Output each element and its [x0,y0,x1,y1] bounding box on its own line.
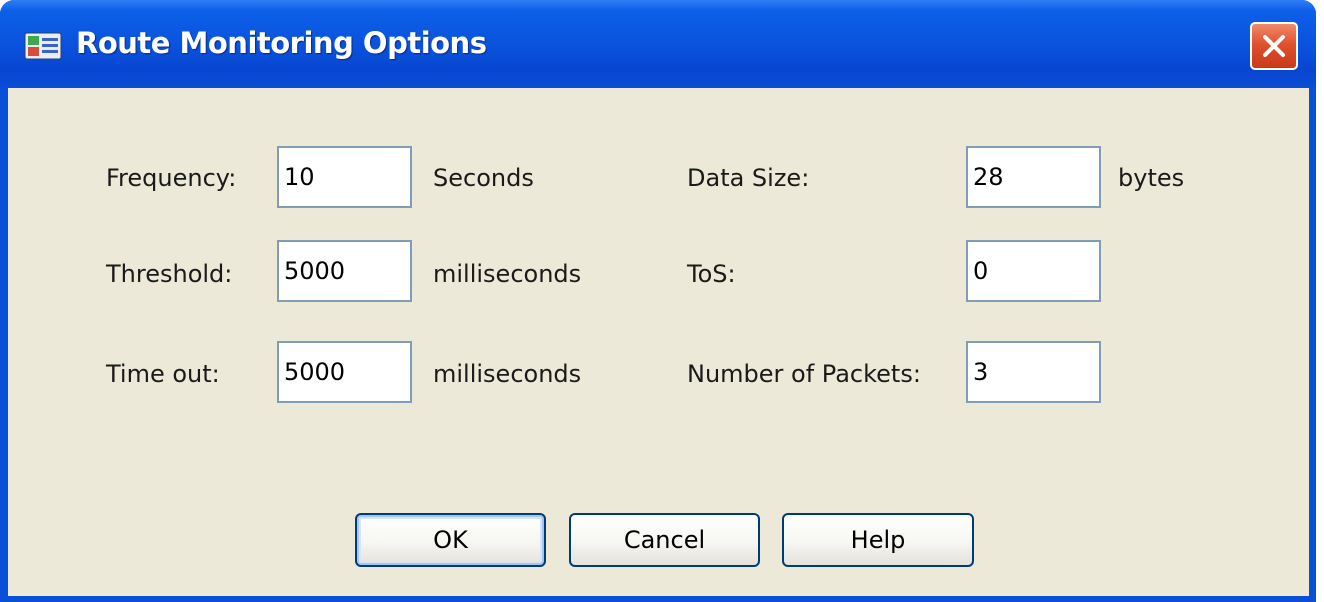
data-size-unit-label: bytes [1118,164,1185,192]
close-icon [1263,35,1285,57]
data-size-label: Data Size: [687,164,810,192]
timeout-label: Time out: [106,360,220,388]
dialog-body: Frequency: Seconds Threshold: millisecon… [8,88,1309,596]
threshold-unit-label: milliseconds [433,260,582,288]
threshold-label: Threshold: [106,260,233,288]
threshold-input[interactable] [277,240,412,302]
num-packets-label: Number of Packets: [687,360,921,388]
timeout-unit-label: milliseconds [433,360,582,388]
data-size-input[interactable] [966,146,1101,208]
title-bar[interactable]: Route Monitoring Options [0,0,1316,88]
frequency-unit-label: Seconds [433,164,534,192]
dialog-window: Route Monitoring Options Frequency: Seco… [0,0,1316,602]
window-title: Route Monitoring Options [76,26,487,60]
num-packets-input[interactable] [966,341,1101,403]
timeout-input[interactable] [277,341,412,403]
frequency-label: Frequency: [106,164,237,192]
tos-input[interactable] [966,240,1101,302]
frequency-input[interactable] [277,146,412,208]
close-button[interactable] [1250,22,1298,70]
ok-button[interactable]: OK [355,513,546,567]
app-icon [24,32,62,60]
help-button[interactable]: Help [782,513,974,567]
cancel-button[interactable]: Cancel [569,513,760,567]
tos-label: ToS: [687,260,736,288]
